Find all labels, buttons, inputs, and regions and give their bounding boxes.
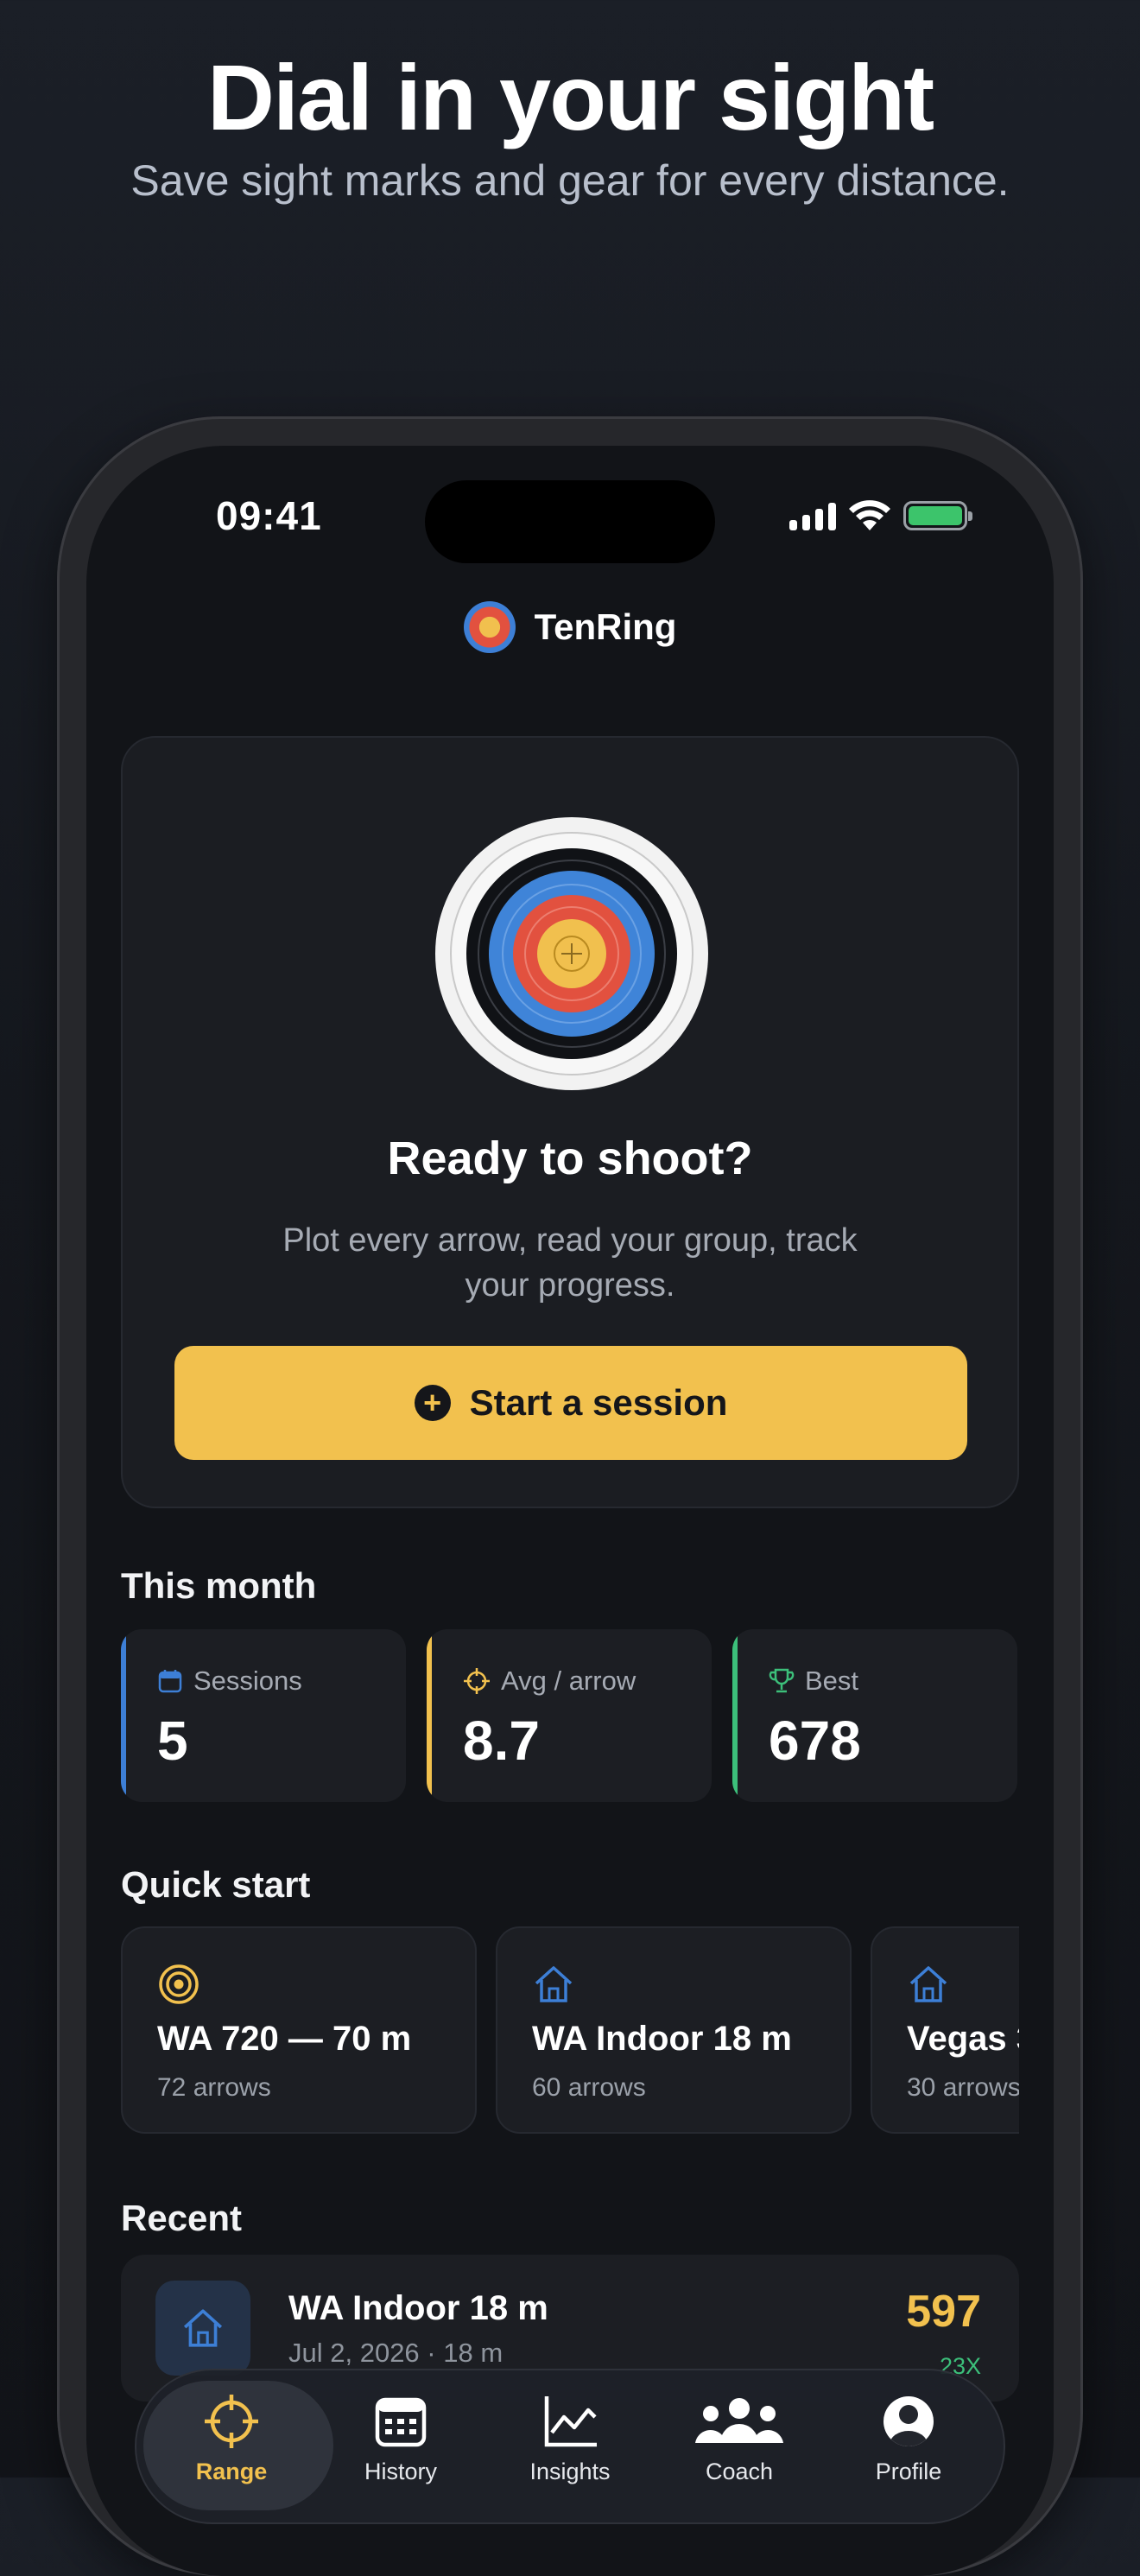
calendar-icon — [375, 2397, 427, 2447]
app-screen: 09:41 TenRing Ready to shoot? Plot every… — [86, 446, 1054, 2576]
tab-coach[interactable]: Coach — [653, 2386, 826, 2524]
dynamic-island — [425, 480, 715, 563]
round-title: Vegas 300 — [907, 2020, 1019, 2058]
app-header: TenRing — [86, 601, 1054, 653]
house-icon — [183, 2309, 223, 2347]
tab-label: History — [364, 2459, 437, 2484]
recent-session-score: 597 — [906, 2287, 981, 2337]
quick-start-title: Quick start — [121, 1864, 311, 1905]
quick-start-card-wa720[interactable]: WA 720 — 70 m 72 arrows — [121, 1926, 477, 2134]
tab-bar: Range History Insights Coach Profile — [135, 2369, 1005, 2524]
quick-start-carousel[interactable]: WA 720 — 70 m 72 arrows WA Indoor 18 m 6… — [121, 1926, 1019, 2137]
recent-session-date: Jul 2, 2026 · 18 m — [288, 2338, 504, 2368]
round-arrows: 72 arrows — [157, 2073, 271, 2102]
tab-label: Profile — [875, 2459, 942, 2484]
tab-label: Range — [195, 2459, 268, 2484]
marketing-subheadline: Save sight marks and gear for every dist… — [130, 156, 1010, 205]
status-time: 09:41 — [216, 493, 322, 538]
start-session-button[interactable]: + Start a session — [174, 1346, 967, 1460]
wifi-icon — [849, 500, 890, 530]
target-icon — [159, 1964, 199, 2004]
phone-frame: 09:41 TenRing Ready to shoot? Plot every… — [57, 416, 1083, 2576]
house-icon — [909, 1966, 947, 2002]
marketing-headline: Dial in your sight — [206, 45, 934, 149]
start-session-label: Start a session — [469, 1382, 728, 1423]
tab-profile[interactable]: Profile — [822, 2386, 995, 2524]
house-icon — [535, 1966, 573, 2002]
app-logo-icon — [463, 601, 516, 653]
stat-card-sessions[interactable]: Sessions 5 — [121, 1629, 406, 1802]
tab-insights[interactable]: Insights — [484, 2386, 656, 2524]
this-month-title: This month — [121, 1565, 317, 1606]
stat-label: Sessions — [193, 1666, 302, 1696]
round-title: WA 720 — 70 m — [157, 2020, 412, 2058]
recent-title: Recent — [121, 2198, 243, 2238]
tab-label: Insights — [529, 2459, 611, 2484]
stat-card-best[interactable]: Best 678 — [732, 1629, 1017, 1802]
app-name: TenRing — [534, 606, 677, 647]
tab-history[interactable]: History — [314, 2386, 487, 2524]
plus-circle-icon: + — [414, 1385, 451, 1421]
tab-range[interactable]: Range — [143, 2381, 333, 2524]
calendar-icon — [158, 1670, 182, 1693]
crosshair-icon — [205, 2395, 258, 2448]
trophy-icon — [769, 1668, 795, 1693]
battery-icon — [903, 501, 972, 530]
stat-value: 8.7 — [463, 1710, 540, 1772]
people-icon — [695, 2398, 783, 2443]
stat-label: Best — [805, 1666, 859, 1696]
hero-card: Ready to shoot? Plot every arrow, read y… — [121, 736, 1019, 1508]
recent-session-icon — [155, 2281, 250, 2376]
recent-session-title: WA Indoor 18 m — [288, 2289, 548, 2327]
hero-description: Plot every arrow, read your group, track… — [282, 1222, 858, 1304]
archery-target-icon — [435, 817, 708, 1090]
chart-icon — [544, 2396, 597, 2447]
hero-title: Ready to shoot? — [387, 1133, 753, 1184]
quick-start-card-wa-indoor[interactable]: WA Indoor 18 m 60 arrows — [496, 1926, 852, 2134]
tab-label: Coach — [705, 2459, 774, 2484]
person-icon — [884, 2396, 934, 2446]
crosshair-icon — [464, 1668, 490, 1694]
round-title: WA Indoor 18 m — [532, 2020, 792, 2058]
stat-value: 678 — [769, 1710, 861, 1772]
round-arrows: 30 arrows — [907, 2073, 1019, 2102]
quick-start-card-vegas[interactable]: Vegas 300 30 arrows — [871, 1926, 1019, 2134]
status-icons — [789, 499, 972, 532]
stat-card-avg-arrow[interactable]: Avg / arrow 8.7 — [427, 1629, 712, 1802]
stat-value: 5 — [157, 1710, 188, 1772]
cellular-signal-icon — [789, 501, 836, 530]
round-arrows: 60 arrows — [532, 2073, 646, 2102]
stat-label: Avg / arrow — [501, 1666, 636, 1696]
